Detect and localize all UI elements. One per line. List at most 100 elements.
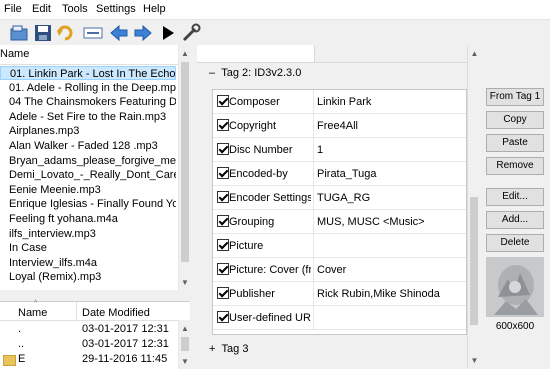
file-list-item[interactable]: 01. Linkin Park - Lost In The Echo.mp3	[0, 66, 176, 80]
file-list-item[interactable]: 04 The Chainsmokers Featuring Daya -	[0, 95, 176, 109]
column-divider	[313, 138, 314, 162]
tag-frame-row[interactable]: Picture	[213, 234, 466, 258]
frame-checkbox[interactable]	[217, 95, 229, 107]
tag-frame-row[interactable]: Encoder Settings TUGA_RG	[213, 186, 466, 210]
menu-edit[interactable]: Edit	[32, 3, 51, 15]
file-list-item[interactable]: Interview_ilfs.m4a	[0, 256, 176, 270]
tag-frame-row[interactable]: Copyright Free4All	[213, 114, 466, 138]
column-divider	[313, 306, 314, 330]
column-divider	[76, 302, 77, 320]
frame-field-value[interactable]: Cover	[317, 264, 346, 276]
file-list-column-name[interactable]: Name	[0, 48, 29, 60]
frame-field-name: Encoder Settings	[229, 192, 311, 204]
browser-row-name: ..	[18, 338, 25, 350]
file-list-header[interactable]: Name	[0, 45, 178, 65]
cover-art-image[interactable]	[486, 257, 544, 317]
file-list-item[interactable]: Bryan_adams_please_forgive_me_aac_20	[0, 154, 176, 168]
file-list-item[interactable]: Loyal (Remix).mp3	[0, 270, 176, 284]
scroll-up-icon[interactable]: ▲	[468, 45, 481, 61]
undo-icon[interactable]	[55, 22, 77, 44]
tag-frame-row[interactable]: Disc Number 1	[213, 138, 466, 162]
browser-row[interactable]: .. 03-01-2017 12:31	[0, 337, 178, 351]
file-list-item[interactable]: Adele - Set Fire to the Rain.mp3	[0, 110, 176, 124]
edit-button[interactable]: Edit...	[486, 188, 544, 206]
browser-row[interactable]: E 29-11-2016 11:45	[0, 352, 178, 366]
scrollbar-thumb[interactable]	[470, 197, 478, 325]
column-divider	[313, 210, 314, 234]
play-icon[interactable]	[157, 22, 179, 44]
menu-settings[interactable]: Settings	[96, 3, 136, 15]
frame-checkbox[interactable]	[217, 119, 229, 131]
forward-icon[interactable]	[132, 22, 154, 44]
frame-checkbox[interactable]	[217, 287, 229, 299]
browser-col-name[interactable]: Name	[18, 307, 47, 319]
delete-button[interactable]: Delete	[486, 234, 544, 252]
browser-row-name: E	[18, 353, 26, 365]
tag2-section[interactable]: – Tag 2: ID3v2.3.0	[209, 67, 301, 79]
frame-checkbox[interactable]	[217, 167, 229, 179]
tag-frame-row[interactable]: Encoded-by Pirata_Tuga	[213, 162, 466, 186]
tools-icon[interactable]	[180, 22, 202, 44]
tag-frame-row[interactable]: User-defined URL	[213, 306, 466, 330]
frame-field-name: User-defined URL	[229, 312, 311, 324]
frame-checkbox[interactable]	[217, 311, 229, 323]
file-list-panel: Name 01. Linkin Park - Lost In The Echo.…	[0, 45, 191, 290]
frame-checkbox[interactable]	[217, 239, 229, 251]
frame-field-value[interactable]: 1	[317, 144, 323, 156]
tag-frames-table: Composer Linkin Park Copyright Free4All Disc…	[212, 89, 467, 335]
scrollbar-thumb[interactable]	[181, 337, 189, 351]
file-list-item[interactable]: Airplanes.mp3	[0, 124, 176, 138]
copy-button[interactable]: Copy	[486, 111, 544, 129]
paste-button[interactable]: Paste	[486, 134, 544, 152]
frame-field-value[interactable]: Rick Rubin,Mike Shinoda	[317, 288, 440, 300]
frame-field-value[interactable]: Free4All	[317, 120, 358, 132]
browser-col-date[interactable]: Date Modified	[82, 307, 150, 319]
tag-frame-row[interactable]: Composer Linkin Park	[213, 90, 466, 114]
frame-field-value[interactable]: Pirata_Tuga	[317, 168, 377, 180]
file-list-item[interactable]: Eenie Meenie.mp3	[0, 183, 176, 197]
file-list-item[interactable]: In Case	[0, 241, 176, 255]
pane-splitter[interactable]	[0, 290, 190, 301]
tag3-section[interactable]: + Tag 3	[209, 343, 248, 355]
tag-frame-row[interactable]: Grouping MUS, MUSC <Music>	[213, 210, 466, 234]
open-icon[interactable]	[8, 22, 30, 44]
file-list-item[interactable]: Demi_Lovato_-_Really_Dont_Care_feat_C	[0, 168, 176, 182]
browser-row-date: 29-11-2016 11:45	[82, 353, 168, 365]
frame-checkbox[interactable]	[217, 263, 229, 275]
file-list-item[interactable]: Alan Walker - Faded 128 .mp3	[0, 139, 176, 153]
frame-checkbox[interactable]	[217, 143, 229, 155]
back-icon[interactable]	[108, 22, 130, 44]
frame-checkbox[interactable]	[217, 191, 229, 203]
column-divider	[313, 162, 314, 186]
scroll-down-icon[interactable]: ▼	[468, 352, 481, 368]
remove-tag-icon[interactable]	[82, 22, 104, 44]
save-icon[interactable]	[32, 22, 54, 44]
frame-field-value[interactable]: MUS, MUSC <Music>	[317, 216, 425, 228]
scrollbar-thumb[interactable]	[181, 62, 189, 262]
expand-icon[interactable]: +	[209, 343, 222, 355]
from-tag1-button[interactable]: From Tag 1	[486, 88, 544, 106]
tag-frame-row[interactable]: Publisher Rick Rubin,Mike Shinoda	[213, 282, 466, 306]
frame-field-name: Picture	[229, 240, 264, 252]
collapse-icon[interactable]: –	[209, 67, 221, 79]
file-list-item[interactable]: ilfs_interview.mp3	[0, 227, 176, 241]
menu-help[interactable]: Help	[143, 3, 166, 15]
file-list: 01. Linkin Park - Lost In The Echo.mp301…	[0, 66, 178, 290]
file-list-item[interactable]: 01. Adele - Rolling in the Deep.mp3	[0, 81, 176, 95]
frame-checkbox[interactable]	[217, 215, 229, 227]
menu-tools[interactable]: Tools	[62, 3, 88, 15]
file-list-item[interactable]: Enrique Iglesias - Finally Found You [DJ…	[0, 197, 176, 211]
column-divider	[313, 114, 314, 138]
frame-field-value[interactable]: Linkin Park	[317, 96, 371, 108]
add-button[interactable]: Add...	[486, 211, 544, 229]
tag-panel-scrollbar[interactable]: ▲ ▼	[467, 45, 481, 368]
tag-frame-row[interactable]: Picture: Cover (fr... Cover	[213, 258, 466, 282]
browser-row[interactable]: . 03-01-2017 12:31	[0, 322, 178, 336]
main-splitter[interactable]	[190, 45, 197, 368]
file-list-item[interactable]: Feeling ft yohana.m4a	[0, 212, 176, 226]
remove-button[interactable]: Remove	[486, 157, 544, 175]
frame-field-value[interactable]: TUGA_RG	[317, 192, 370, 204]
column-divider	[313, 258, 314, 282]
column-divider	[313, 186, 314, 210]
menu-file[interactable]: File	[4, 3, 22, 15]
